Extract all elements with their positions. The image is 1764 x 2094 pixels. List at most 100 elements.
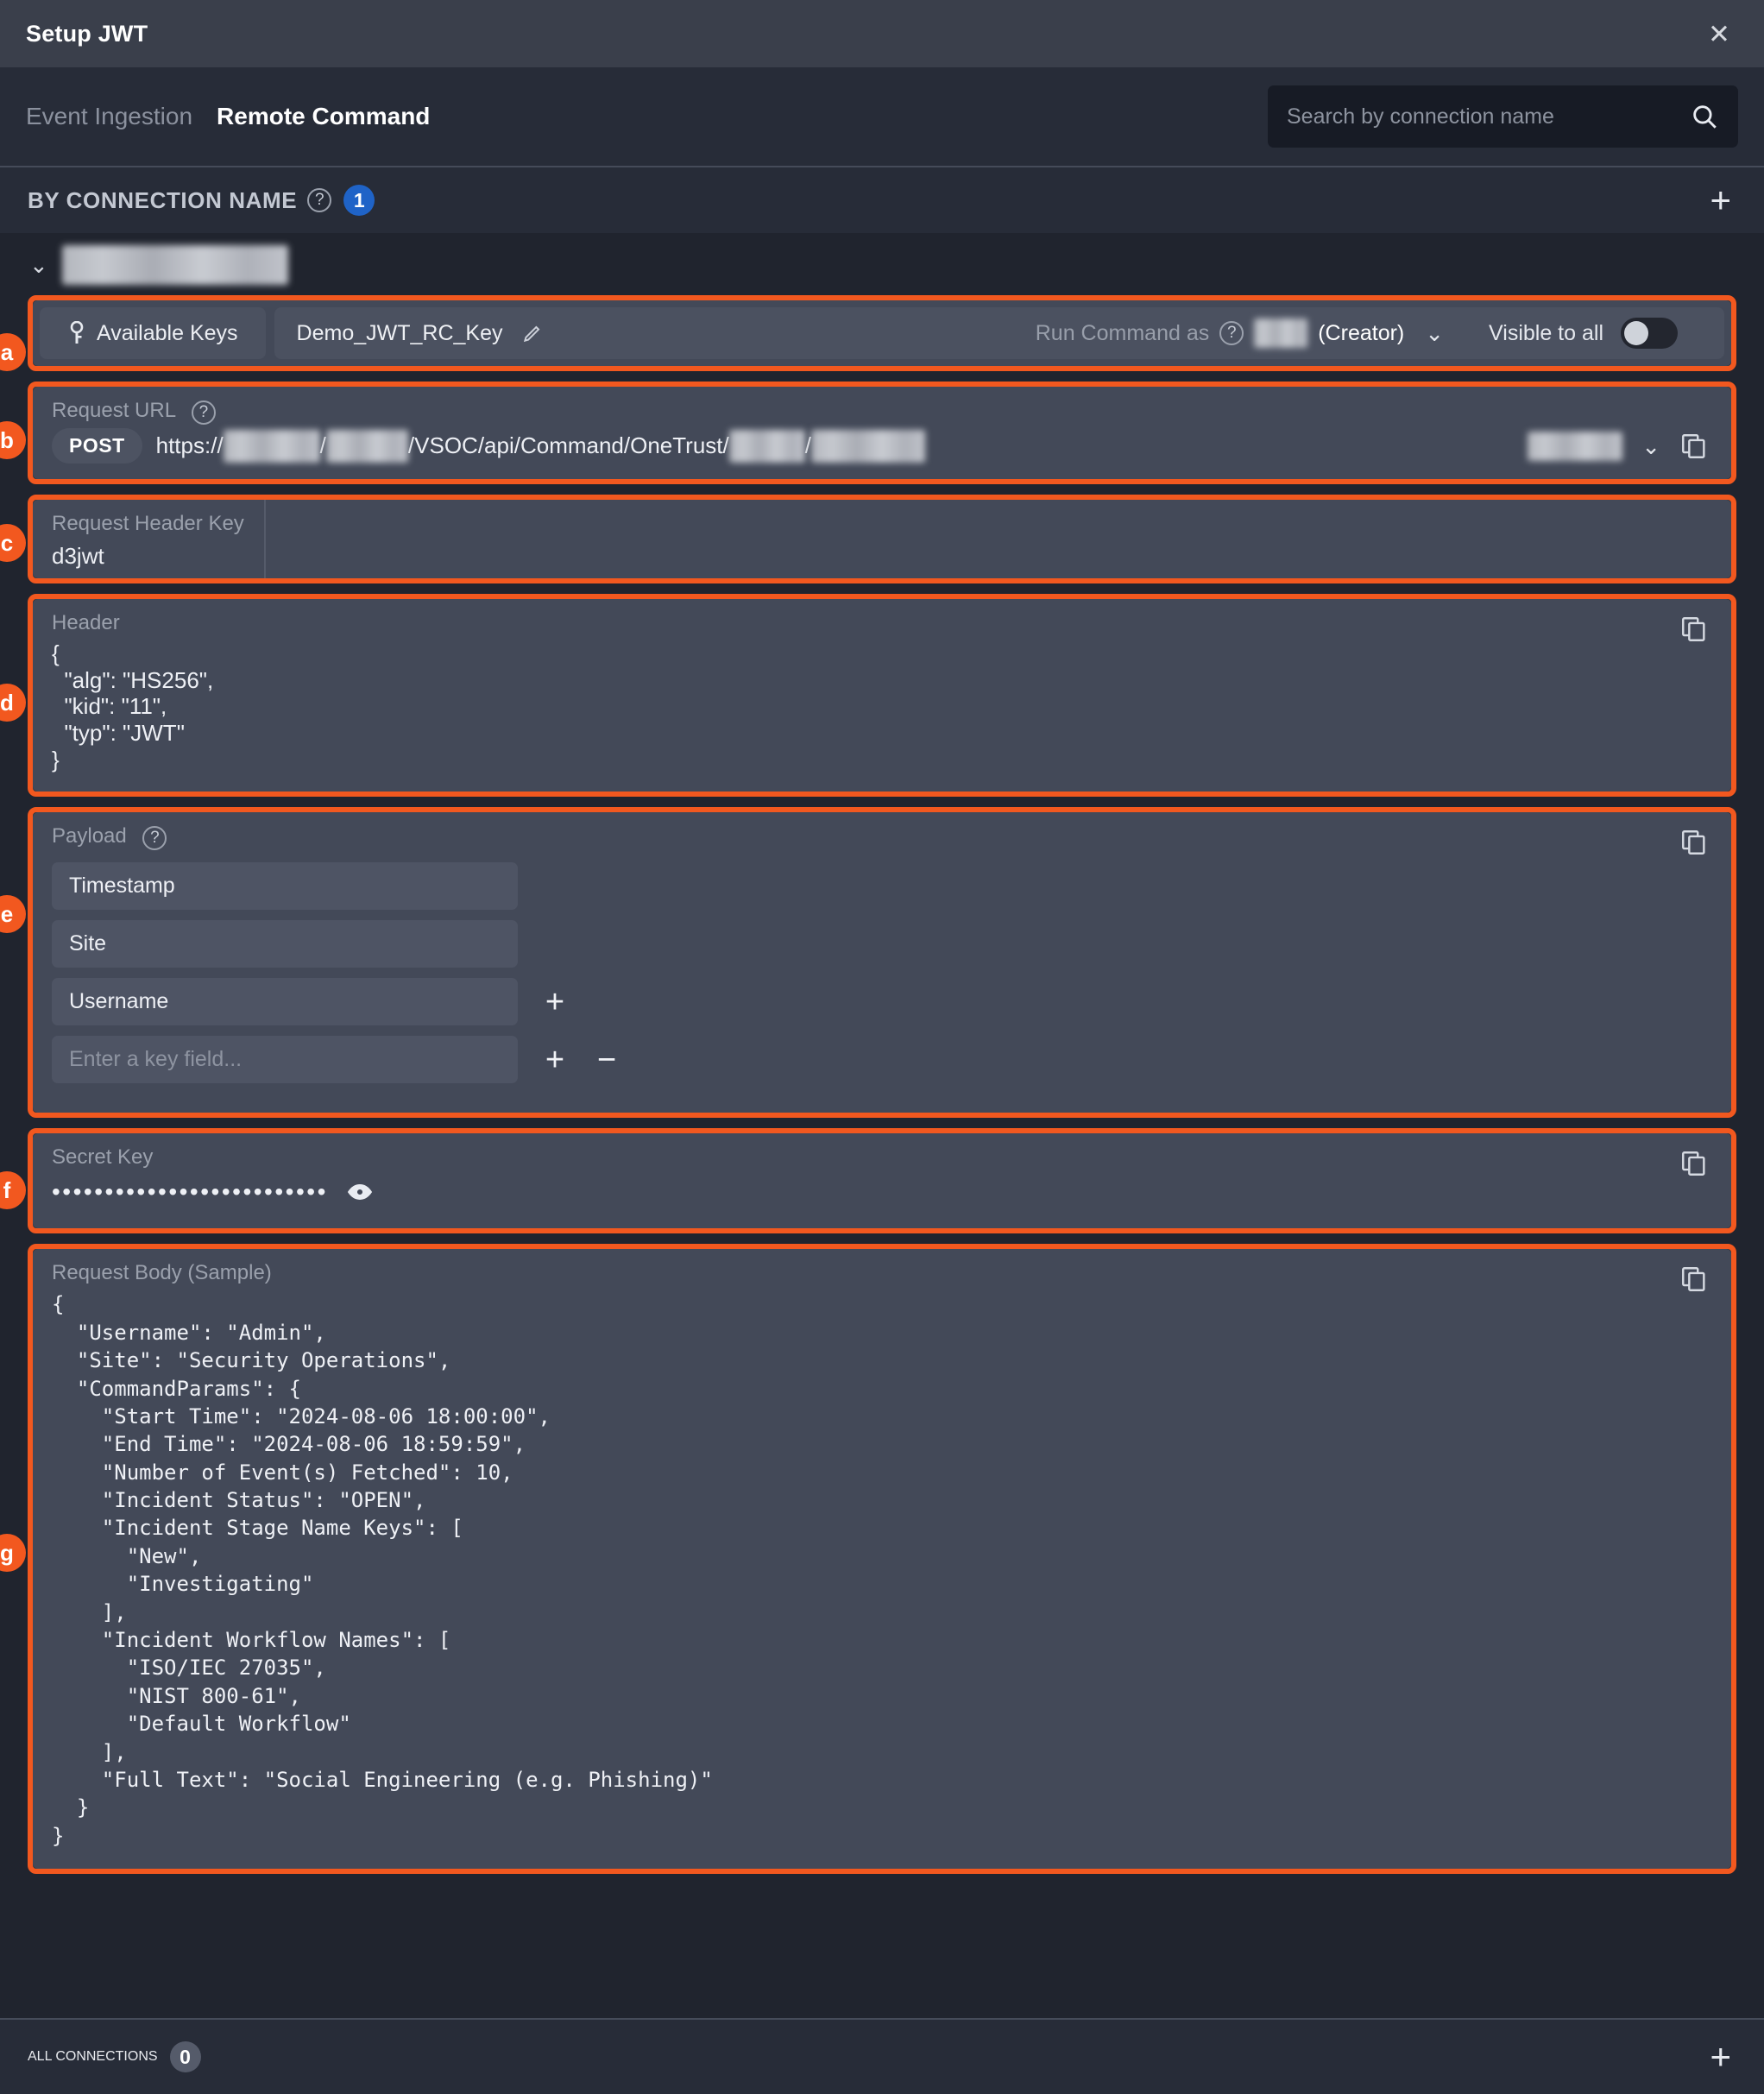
plus-icon[interactable]: + — [540, 1044, 570, 1076]
url-separator-1: / — [319, 432, 326, 458]
selected-key-name: Demo_JWT_RC_Key — [296, 320, 503, 345]
annotation-badge-f: f — [0, 1171, 26, 1210]
url-dropdown-value-redacted — [1528, 431, 1623, 461]
payload-key-input[interactable] — [52, 1036, 518, 1084]
url-host-redacted — [223, 429, 320, 463]
run-command-user-suffix: (Creator) — [1318, 320, 1405, 345]
question-mark-icon[interactable]: ? — [142, 826, 167, 851]
group-request-url: b Request URL ? POST https:// / /VSOC/ap… — [0, 382, 1736, 484]
copy-icon[interactable] — [1679, 432, 1709, 461]
window-title: Setup JWT — [26, 20, 148, 47]
available-keys-tab[interactable]: Available Keys — [40, 307, 266, 359]
request-body-content: { "Username": "Admin", "Site": "Security… — [52, 1292, 713, 1848]
by-connection-count-badge: 1 — [343, 185, 375, 216]
payload-key-input[interactable] — [52, 978, 518, 1026]
request-header-key-cell[interactable]: Request Header Key d3jwt — [33, 500, 266, 578]
url-segment-redacted — [728, 429, 805, 463]
http-method-badge: POST — [52, 428, 142, 464]
payload-key-input[interactable] — [52, 862, 518, 911]
payload-label-wrap: Payload ? — [33, 812, 1731, 851]
group-request-body-sample: g Request Body (Sample) { "Username": "A… — [0, 1244, 1736, 1875]
annotation-badge-a: a — [0, 333, 26, 371]
payload-label: Payload — [52, 824, 127, 848]
request-url-right-controls: ⌄ — [1528, 431, 1731, 461]
add-connection-button[interactable]: + — [1704, 182, 1736, 218]
request-url-value[interactable]: https:// / /VSOC/api/Command/OneTrust/ / — [155, 429, 925, 463]
url-scheme: https:// — [155, 432, 224, 458]
annotation-badge-e: e — [0, 895, 26, 934]
question-mark-icon[interactable]: ? — [191, 401, 216, 425]
run-command-user-redacted — [1254, 319, 1308, 348]
search-icon[interactable] — [1690, 102, 1719, 131]
run-command-as-control[interactable]: Run Command as ? (Creator) ⌄ — [1036, 319, 1454, 348]
payload-row — [52, 862, 1731, 911]
connection-detail-body: ⌄ a Available Keys Demo_JWT_RC_Key Run C… — [0, 233, 1764, 1894]
request-header-key-label: Request Header Key — [52, 512, 244, 535]
annotation-badge-c: c — [0, 524, 26, 562]
group-request-header-key: c Request Header Key d3jwt — [0, 495, 1736, 583]
secret-key-masked-value: •••••••••••••••••••••••••• — [52, 1178, 328, 1206]
toggle-knob — [1624, 321, 1648, 345]
plus-icon[interactable]: + — [540, 986, 570, 1019]
url-path: /VSOC/api/Command/OneTrust/ — [407, 432, 729, 458]
request-url-label-wrap: Request URL ? — [33, 387, 1731, 425]
all-connections-label: ALL CONNECTIONS — [28, 2049, 158, 2064]
chevron-down-icon[interactable]: ⌄ — [1414, 322, 1454, 344]
request-header-value-cell[interactable] — [266, 500, 1731, 578]
copy-icon[interactable] — [1679, 615, 1709, 644]
jwt-header-label: Header — [52, 611, 120, 634]
tab-event-ingestion[interactable]: Event Ingestion — [26, 103, 192, 130]
question-mark-icon[interactable]: ? — [307, 188, 332, 212]
tab-bar: Event Ingestion Remote Command — [0, 67, 1764, 167]
copy-icon[interactable] — [1679, 1149, 1709, 1178]
secret-key-row: •••••••••••••••••••••••••• — [33, 1170, 1731, 1228]
request-url-label: Request URL — [52, 399, 176, 422]
annotation-badge-g: g — [0, 1534, 26, 1573]
annotation-badge-d: d — [0, 684, 26, 722]
pencil-icon[interactable] — [521, 322, 544, 344]
all-connections-header: ALL CONNECTIONS 0 + — [0, 2018, 1764, 2094]
available-keys-label: Available Keys — [97, 320, 238, 345]
selected-key-field[interactable]: Demo_JWT_RC_Key Run Command as ? (Creato… — [274, 307, 1724, 359]
payload-key-input[interactable] — [52, 920, 518, 968]
payload-row: + — [52, 978, 1731, 1026]
visible-to-all-toggle[interactable] — [1621, 318, 1678, 349]
available-keys-bar: Available Keys Demo_JWT_RC_Key Run Comma… — [33, 300, 1731, 366]
search-input[interactable] — [1287, 104, 1690, 129]
copy-icon[interactable] — [1679, 1265, 1709, 1294]
add-all-connection-button[interactable]: + — [1704, 2039, 1736, 2075]
window-titlebar: Setup JWT ✕ — [0, 0, 1764, 67]
chevron-down-icon[interactable]: ⌄ — [1631, 435, 1671, 457]
minus-icon[interactable]: − — [592, 1044, 621, 1076]
close-icon[interactable]: ✕ — [1704, 18, 1735, 49]
request-url-row: POST https:// / /VSOC/api/Command/OneTru… — [33, 425, 1731, 479]
connection-name-redacted — [61, 245, 288, 285]
chevron-down-icon[interactable]: ⌄ — [29, 254, 48, 276]
url-tenant-redacted — [325, 429, 408, 463]
tab-remote-command[interactable]: Remote Command — [217, 103, 430, 130]
url-separator-2: / — [804, 432, 811, 458]
payload-fields: + + − — [33, 850, 1731, 1113]
question-mark-icon[interactable]: ? — [1219, 321, 1244, 345]
request-header-key-value: d3jwt — [52, 543, 104, 569]
all-connections-count-badge: 0 — [169, 2041, 201, 2072]
payload-row: + − — [52, 1036, 1731, 1084]
group-payload: e Payload ? + + − — [0, 807, 1736, 1119]
payload-row — [52, 920, 1731, 968]
request-header-key-row: Request Header Key d3jwt — [33, 500, 1731, 578]
url-id-redacted — [810, 429, 925, 463]
request-body-label: Request Body (Sample) — [52, 1261, 272, 1285]
connection-row[interactable]: ⌄ — [0, 233, 1764, 295]
group-jwt-header: d Header { "alg": "HS256", "kid": "11", … — [0, 594, 1736, 798]
group-secret-key: f Secret Key •••••••••••••••••••••••••• — [0, 1128, 1736, 1234]
visible-to-all-control[interactable]: Visible to all — [1473, 318, 1702, 349]
jwt-header-content: { "alg": "HS256", "kid": "11", "typ": "J… — [52, 640, 214, 773]
by-connection-name-header: BY CONNECTION NAME ? 1 + — [0, 167, 1764, 233]
key-icon — [67, 321, 86, 345]
search-box[interactable] — [1268, 85, 1738, 148]
run-command-as-label: Run Command as — [1035, 320, 1210, 345]
copy-icon[interactable] — [1679, 828, 1709, 857]
visible-to-all-label: Visible to all — [1489, 320, 1603, 345]
secret-key-label: Secret Key — [52, 1145, 154, 1170]
eye-icon[interactable] — [347, 1183, 373, 1202]
